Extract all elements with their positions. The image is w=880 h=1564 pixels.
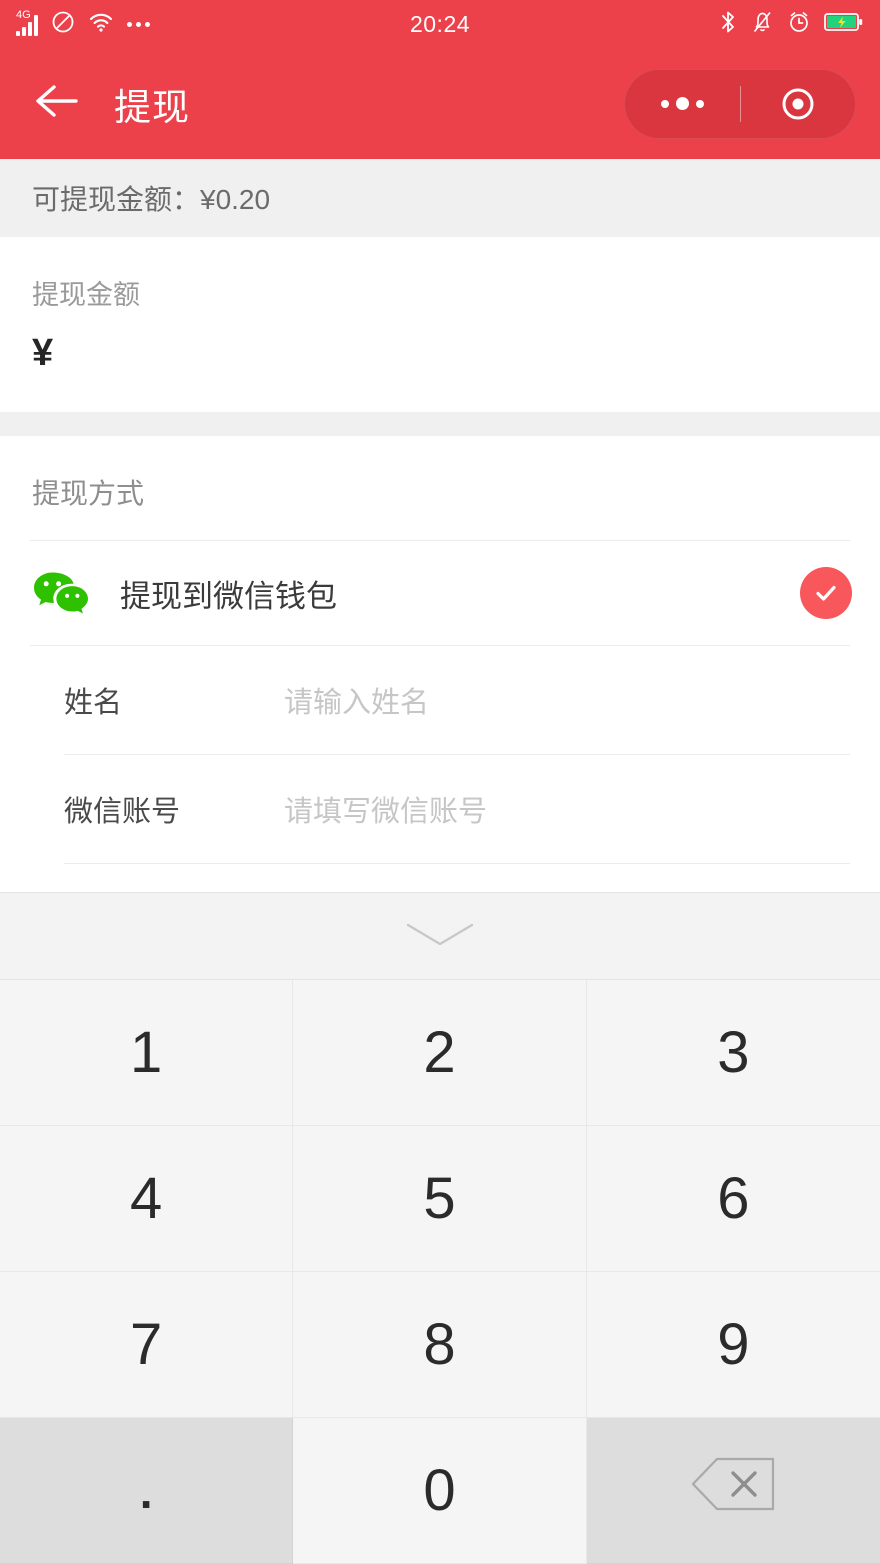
method-option-wechat[interactable]: 提现到微信钱包 [0, 541, 880, 645]
chevron-down-icon[interactable] [402, 917, 478, 956]
key-6[interactable]: 6 [586, 1126, 880, 1272]
key-2[interactable]: 2 [293, 980, 587, 1126]
keyboard-dismiss-bar[interactable] [0, 893, 880, 980]
section-divider-band [0, 412, 880, 436]
nav-bar: 提现 [0, 48, 880, 159]
page-title: 提现 [114, 86, 190, 128]
field-row-wechat-account[interactable]: 微信账号 请填写微信账号 [0, 755, 880, 863]
key-0[interactable]: 0 [293, 1418, 587, 1564]
wechat-capsule [624, 68, 856, 139]
status-bar: 4G 20:24 [0, 0, 880, 48]
numeric-keyboard: 1 2 3 4 5 6 7 8 9 . 0 [0, 892, 880, 1564]
key-8[interactable]: 8 [293, 1272, 587, 1418]
keypad-grid: 1 2 3 4 5 6 7 8 9 . 0 [0, 980, 880, 1564]
close-target-icon[interactable] [741, 84, 856, 124]
wechat-icon [32, 570, 90, 616]
status-bar-clock: 20:24 [409, 10, 471, 37]
amount-label: 提现金额 [32, 280, 140, 310]
key-backspace[interactable] [586, 1418, 880, 1564]
withdraw-method-title: 提现方式 [32, 478, 145, 509]
field-row-name[interactable]: 姓名 请输入姓名 [0, 646, 880, 754]
backspace-icon [687, 1453, 779, 1529]
key-9[interactable]: 9 [586, 1272, 880, 1418]
withdrawable-balance-text: 可提现金额：¥0.20 [32, 184, 271, 215]
wechat-account-input[interactable]: 请填写微信账号 [284, 788, 487, 830]
currency-symbol: ¥ [32, 332, 54, 374]
more-menu-icon[interactable] [625, 97, 740, 110]
check-circle-icon[interactable] [800, 567, 852, 619]
method-option-label: 提现到微信钱包 [120, 578, 337, 614]
key-3[interactable]: 3 [586, 980, 880, 1126]
amount-input-row[interactable]: ¥ [0, 312, 880, 412]
key-1[interactable]: 1 [0, 980, 294, 1126]
field-label: 姓名 [64, 687, 123, 719]
name-input[interactable]: 请输入姓名 [284, 679, 429, 721]
withdrawable-balance: 可提现金额：¥0.20 [0, 159, 880, 237]
key-7[interactable]: 7 [0, 1272, 294, 1418]
amount-section: 提现金额 ¥ [0, 237, 880, 412]
key-4[interactable]: 4 [0, 1126, 294, 1272]
back-arrow-icon[interactable] [34, 82, 80, 125]
key-5[interactable]: 5 [293, 1126, 587, 1272]
field-label: 微信账号 [64, 796, 181, 828]
key-decimal-point[interactable]: . [0, 1418, 294, 1564]
